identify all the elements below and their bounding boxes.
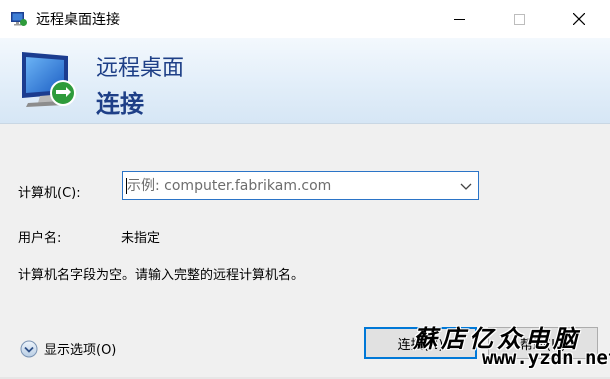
show-options-label: 显示选项(O) [44, 343, 117, 358]
expand-circle-icon [20, 340, 38, 357]
username-label: 用户名: [18, 231, 62, 246]
username-value: 未指定 [121, 231, 161, 246]
computer-label: 计算机(C): [18, 186, 81, 201]
window-title: 远程桌面连接 [36, 12, 120, 28]
close-button[interactable] [549, 0, 609, 38]
banner-title-line2: 连接 [96, 90, 144, 118]
header-banner: 远程桌面 连接 [0, 38, 610, 124]
banner-title-line1: 远程桌面 [96, 56, 185, 81]
computer-combobox[interactable] [122, 171, 479, 200]
remote-desktop-icon [22, 52, 76, 107]
show-options-toggle[interactable]: 显示选项(O) [20, 339, 116, 358]
validation-message: 计算机名字段为空。请输入完整的远程计算机名。 [18, 268, 305, 283]
maximize-icon [513, 13, 525, 25]
minimize-icon [453, 18, 465, 20]
minimize-button[interactable] [429, 0, 489, 38]
watermark-url: www.yzdn.net [482, 347, 610, 369]
remote-desktop-app-icon [11, 12, 27, 26]
chevron-down-icon[interactable] [460, 181, 472, 191]
close-icon [573, 13, 585, 25]
maximize-button[interactable] [489, 0, 549, 38]
text-caret [126, 178, 127, 194]
computer-input[interactable] [127, 172, 453, 199]
title-bar: 远程桌面连接 [0, 0, 610, 38]
